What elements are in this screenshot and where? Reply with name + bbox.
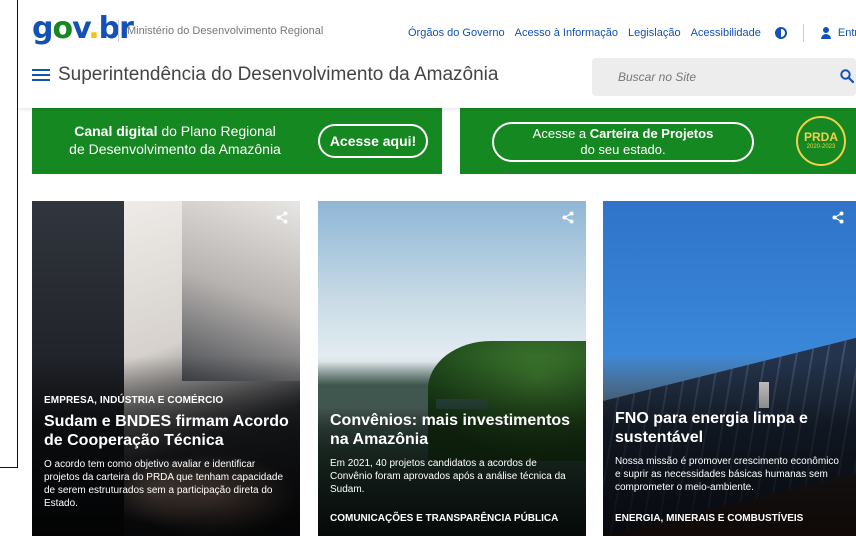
search-bar <box>592 58 856 96</box>
card-title[interactable]: Convênios: mais investimentos na Amazôni… <box>330 411 576 449</box>
banner-canal-digital[interactable]: Canal digital do Plano Regional de Desen… <box>32 108 442 174</box>
pill-right-b: Carteira de Projetos <box>589 126 714 141</box>
prda-years: 2020-2023 <box>806 144 836 150</box>
link-legislacao[interactable]: Legislação <box>628 27 681 39</box>
site-title: Superintendência do Desenvolvimento da A… <box>58 64 499 85</box>
card-title[interactable]: FNO para energia limpa e sustentável <box>615 409 846 447</box>
banner-left-line2: de Desenvolvimento da Amazônia <box>69 141 281 157</box>
login-button[interactable]: Entra <box>820 27 856 39</box>
card-image-detail <box>182 201 300 381</box>
banner-left-line1: do Plano Regional <box>157 123 276 139</box>
banner-left-bold: Canal digital <box>74 123 158 139</box>
card-category[interactable]: EMPRESA, INDÚSTRIA E COMÉRCIO <box>44 395 290 406</box>
news-card-convenios[interactable]: Convênios: mais investimentos na Amazôni… <box>318 201 586 536</box>
card-title[interactable]: Sudam e BNDES firmam Acordo de Cooperaçã… <box>44 412 290 450</box>
card-body: FNO para energia limpa e sustentável Nos… <box>615 409 846 494</box>
link-orgaos-governo[interactable]: Órgãos do Governo <box>408 27 505 39</box>
prda-name: PRDA <box>803 130 838 144</box>
news-card-sudam-bndes[interactable]: EMPRESA, INDÚSTRIA E COMÉRCIO Sudam e BN… <box>32 201 300 536</box>
share-icon[interactable] <box>832 211 844 224</box>
logo-letter-v: v <box>72 11 89 46</box>
pill-right-c: do seu estado. <box>580 142 666 157</box>
logo-dot: . <box>88 11 99 46</box>
menu-row: Superintendência do Desenvolvimento da A… <box>32 64 498 86</box>
header-divider <box>118 20 119 42</box>
hamburger-icon[interactable] <box>32 68 50 82</box>
top-links: Órgãos do Governo Acesso à Informação Le… <box>408 24 856 42</box>
login-label: Entra <box>837 27 856 39</box>
card-category[interactable]: COMUNICAÇÕES E TRANSPARÊNCIA PÚBLICA <box>330 513 558 524</box>
card-body: Convênios: mais investimentos na Amazôni… <box>330 411 576 496</box>
banner-carteira-projetos[interactable]: Acesse a Carteira de Projetos do seu est… <box>460 108 856 174</box>
share-icon[interactable] <box>562 211 574 224</box>
login-separator <box>802 24 804 42</box>
search-input[interactable] <box>618 70 818 84</box>
contrast-icon[interactable] <box>774 27 787 39</box>
card-body: EMPRESA, INDÚSTRIA E COMÉRCIO Sudam e BN… <box>44 395 290 510</box>
logo-letter-o: o <box>52 11 73 46</box>
banner-left-text: Canal digital do Plano Regional de Desen… <box>62 122 288 158</box>
acesse-aqui-button[interactable]: Acesse aqui! <box>318 124 428 158</box>
prda-badge: PRDA 2020-2023 <box>796 116 846 166</box>
window-frame <box>0 0 18 468</box>
card-description: O acordo tem como objetivo avaliar e ide… <box>44 459 284 509</box>
browser-page: gov.br Ministério do Desenvolvimento Reg… <box>0 0 856 536</box>
card-category[interactable]: ENERGIA, MINERAIS E COMBUSTÍVEIS <box>615 513 803 524</box>
link-acesso-informacao[interactable]: Acesso à Informação <box>515 27 618 39</box>
news-card-fno-energia[interactable]: FNO para energia limpa e sustentável Nos… <box>603 201 856 536</box>
user-icon <box>820 27 832 39</box>
logo-letter-g: g <box>32 11 54 46</box>
search-icon[interactable] <box>840 69 854 83</box>
carteira-projetos-button[interactable]: Acesse a Carteira de Projetos do seu est… <box>492 122 754 162</box>
card-description: Nossa missão é promover crescimento econ… <box>615 456 839 493</box>
card-description: Em 2021, 40 projetos candidatos a acordo… <box>330 458 566 495</box>
pill-right-a: Acesse a <box>532 126 590 141</box>
link-acessibilidade[interactable]: Acessibilidade <box>691 27 761 39</box>
share-icon[interactable] <box>276 211 288 224</box>
ministry-name: Ministério do Desenvolvimento Regional <box>127 25 324 37</box>
site-header: gov.br Ministério do Desenvolvimento Reg… <box>18 0 856 108</box>
